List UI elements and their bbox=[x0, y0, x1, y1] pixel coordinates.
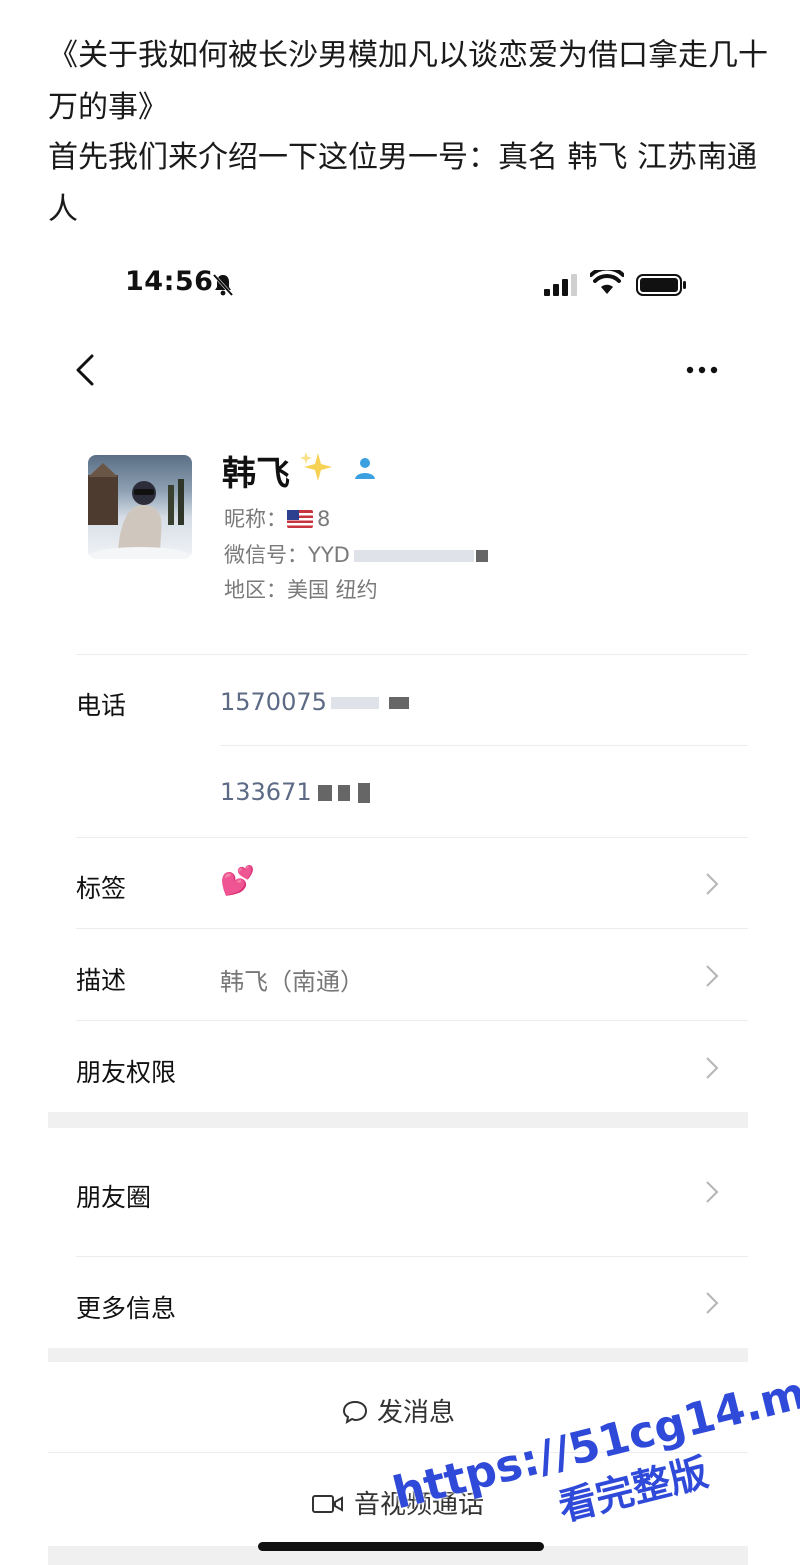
description-value: 韩飞（南通） bbox=[220, 968, 364, 996]
more-info-label: 更多信息 bbox=[76, 1294, 177, 1323]
intro-text: 首先我们来介绍一下这位男一号：真名 韩飞 江苏南通人 bbox=[48, 140, 758, 227]
phone-number-1-text: 1570075 bbox=[220, 688, 327, 716]
back-icon[interactable] bbox=[72, 352, 100, 388]
sparkles-icon bbox=[300, 452, 332, 481]
nickname-label: 昵称： bbox=[224, 507, 287, 531]
description-label: 描述 bbox=[76, 966, 127, 995]
profile-name: 韩飞 bbox=[222, 454, 290, 494]
wechat-id-row: 微信号：YYD bbox=[224, 539, 488, 569]
redacted-block bbox=[317, 785, 332, 801]
moments-label: 朋友圈 bbox=[76, 1183, 152, 1212]
redacted-blur bbox=[353, 550, 474, 562]
phone-label: 电话 bbox=[76, 691, 127, 720]
more-options-icon[interactable] bbox=[684, 360, 720, 380]
battery-icon bbox=[636, 274, 686, 296]
status-time: 14:56 bbox=[125, 266, 214, 297]
region-value: 美国 纽约 bbox=[287, 578, 378, 602]
divider bbox=[76, 1256, 748, 1257]
nickname-value: 8 bbox=[317, 507, 331, 531]
chevron-right-icon bbox=[706, 1292, 719, 1314]
us-flag-icon bbox=[287, 510, 313, 528]
tags-value: 💕 bbox=[220, 864, 255, 897]
divider bbox=[76, 928, 748, 929]
section-gap bbox=[48, 1348, 748, 1362]
bell-muted-icon bbox=[212, 273, 234, 297]
chat-bubble-icon bbox=[342, 1400, 367, 1425]
wifi-icon bbox=[590, 270, 624, 294]
tags-label: 标签 bbox=[76, 874, 127, 903]
redacted-block bbox=[337, 785, 350, 801]
phone-number-2[interactable]: 133671 bbox=[220, 778, 370, 806]
redacted-block bbox=[475, 550, 488, 562]
divider bbox=[76, 837, 748, 838]
video-camera-icon bbox=[311, 1495, 343, 1513]
phone-number-2-text: 133671 bbox=[220, 778, 312, 806]
nickname-row: 昵称： 8 bbox=[224, 503, 330, 533]
phone-number-1[interactable]: 1570075 bbox=[220, 688, 409, 716]
contact-person-icon bbox=[355, 458, 375, 479]
region-label: 地区： bbox=[224, 578, 287, 602]
wechat-id-label: 微信号： bbox=[224, 543, 308, 567]
home-indicator bbox=[258, 1542, 544, 1551]
divider bbox=[76, 1020, 748, 1021]
wechat-id-value: YYD bbox=[308, 543, 350, 567]
chevron-right-icon bbox=[706, 873, 719, 895]
divider bbox=[220, 745, 748, 746]
redacted-blur bbox=[330, 697, 379, 709]
region-row: 地区：美国 纽约 bbox=[224, 574, 378, 604]
redacted-block bbox=[357, 783, 370, 803]
signal-icon bbox=[544, 274, 577, 296]
redacted-block bbox=[388, 697, 409, 709]
send-message-label: 发消息 bbox=[376, 1398, 455, 1428]
intro-title: 《关于我如何被长沙男模加凡以谈恋爱为借口拿走几十万的事》 bbox=[48, 38, 768, 125]
chevron-right-icon bbox=[706, 1181, 719, 1203]
section-gap bbox=[48, 1112, 748, 1128]
friend-permissions-label: 朋友权限 bbox=[76, 1058, 177, 1087]
avatar[interactable] bbox=[88, 455, 192, 559]
divider bbox=[76, 654, 748, 655]
chevron-right-icon bbox=[706, 1057, 719, 1079]
chevron-right-icon bbox=[706, 965, 719, 987]
